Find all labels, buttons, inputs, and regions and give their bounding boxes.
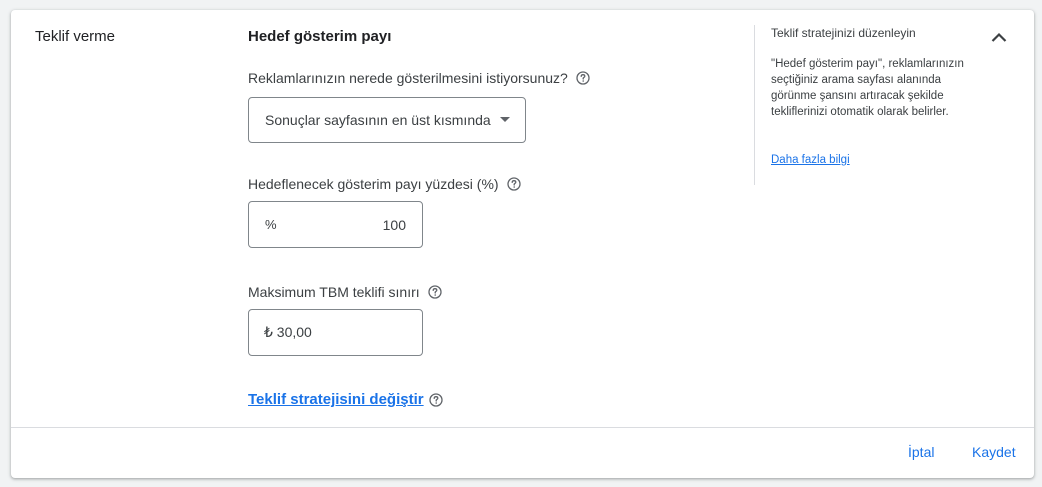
location-selected-value: Sonuçlar sayfasının en üst kısmında (265, 112, 491, 128)
learn-more-link[interactable]: Daha fazla bilgi (771, 154, 850, 166)
section-label: Teklif verme (35, 28, 116, 45)
cpc-label: Maksimum TBM teklifi sınırı (248, 284, 420, 300)
help-icon[interactable] (428, 285, 442, 299)
help-panel-text: "Hedef gösterim payı", reklamlarınızın s… (771, 58, 964, 118)
change-strategy-label: Teklif stratejisini değiştir (248, 391, 424, 408)
change-strategy-link[interactable]: Teklif stratejisini değiştir (248, 391, 443, 408)
percent-prefix: % (265, 217, 277, 232)
dropdown-arrow-icon (500, 117, 510, 122)
cpc-value: ₺ 30,00 (264, 324, 312, 340)
share-input[interactable]: % 100 (248, 201, 423, 248)
location-select[interactable]: Sonuçlar sayfasının en üst kısmında (248, 97, 526, 143)
strategy-title: Hedef gösterim payı (248, 28, 392, 45)
cancel-button[interactable]: İptal (908, 444, 934, 460)
chevron-up-icon[interactable] (987, 26, 1011, 50)
location-label: Reklamlarınızın nerede gösterilmesini is… (248, 70, 568, 86)
save-button[interactable]: Kaydet (972, 444, 1016, 460)
cpc-input[interactable]: ₺ 30,00 (248, 309, 423, 356)
share-label-row: Hedeflenecek gösterim payı yüzdesi (%) (248, 176, 521, 192)
location-label-row: Reklamlarınızın nerede gösterilmesini is… (248, 70, 590, 86)
footer-divider (11, 427, 1034, 428)
share-label: Hedeflenecek gösterim payı yüzdesi (%) (248, 176, 499, 192)
help-icon[interactable] (576, 71, 590, 85)
help-icon[interactable] (506, 177, 521, 191)
share-value: 100 (382, 216, 406, 233)
vertical-divider (754, 25, 755, 185)
help-icon[interactable] (428, 392, 443, 407)
bidding-card: Teklif verme Hedef gösterim payı Reklaml… (11, 10, 1034, 478)
cpc-label-row: Maksimum TBM teklifi sınırı (248, 284, 442, 300)
help-panel-title: Teklif stratejinizi düzenleyin (771, 26, 916, 40)
